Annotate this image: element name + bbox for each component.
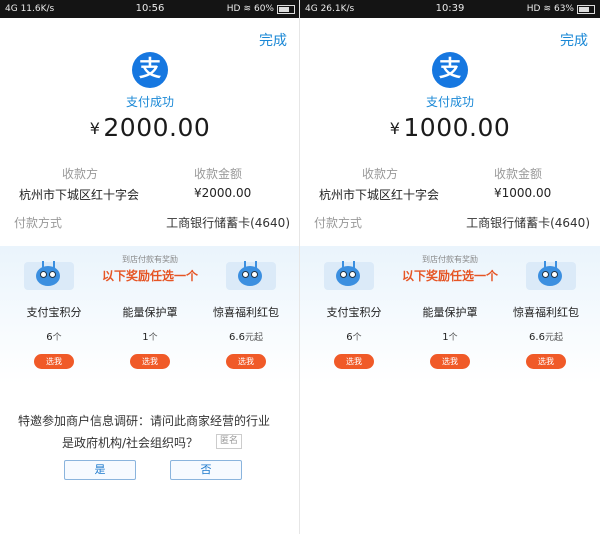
survey-question-line2: 是政府机构/社会组织吗？: [62, 436, 199, 450]
option-name: 惊喜福利红包: [213, 306, 279, 319]
quantity-value: 6.6: [529, 332, 545, 343]
phone-screen-left: 4G 11.6K/s 10:56 HD ≋ 60% 完成 支 支付成功 ¥200…: [0, 0, 300, 534]
hd-indicator: HD: [526, 4, 541, 14]
done-button[interactable]: 完成: [560, 30, 588, 50]
battery-icon: [277, 4, 295, 14]
option-name: 能量保护罩: [122, 306, 178, 319]
option-name: 能量保护罩: [422, 306, 478, 319]
reward-heading: 以下奖励任选一个: [401, 269, 498, 283]
currency-symbol: ¥: [89, 119, 101, 138]
payment-method-label: 付款方式: [314, 216, 363, 230]
payee-amount: ¥1000.00: [494, 186, 552, 200]
survey-question-line1: 特邀参加商户信息调研：请问此商家经营的行业: [18, 414, 271, 428]
reward-option-redpacket[interactable]: 惊喜福利红包 6.6元起 选我: [198, 300, 294, 384]
payment-method-value: 工商银行储蓄卡(4640): [166, 216, 290, 230]
quantity-unit: 元起: [544, 333, 563, 343]
paid-amount: ¥2000.00: [0, 113, 299, 142]
reward-heading: 以下奖励任选一个: [101, 269, 198, 283]
reward-option-shield[interactable]: 能量保护罩 1个 选我: [102, 300, 198, 384]
reward-options: 支付宝积分 6个 选我 能量保护罩 1个 选我 惊喜福利红包 6.6元起 选我: [300, 300, 600, 384]
done-button[interactable]: 完成: [259, 30, 287, 50]
quantity-unit: 个: [52, 333, 62, 343]
survey-no-button[interactable]: 否: [170, 460, 242, 480]
quantity-value: 6.6: [229, 332, 245, 343]
currency-symbol: ¥: [389, 119, 401, 138]
screenshot-stage: 4G 11.6K/s 10:56 HD ≋ 60% 完成 支 支付成功 ¥200…: [0, 0, 600, 534]
amount-label: 收款金额: [194, 167, 243, 181]
alipay-logo-icon: 支: [132, 52, 168, 88]
survey-yes-button[interactable]: 是: [64, 460, 136, 480]
payee-amount: ¥2000.00: [194, 186, 252, 200]
status-bar: 4G 26.1K/s 10:39 HD ≋ 63%: [300, 0, 600, 18]
choose-button[interactable]: 选我: [334, 354, 374, 369]
payee-label: 收款方: [362, 167, 399, 181]
payment-success-text: 支付成功: [125, 95, 174, 109]
status-bar: 4G 11.6K/s 10:56 HD ≋ 60%: [0, 0, 299, 18]
amount-value: 2000.00: [103, 113, 211, 142]
reward-option-shield[interactable]: 能量保护罩 1个 选我: [402, 300, 498, 384]
option-quantity: 6.6元起: [498, 330, 594, 343]
phone-screen-right: 4G 26.1K/s 10:39 HD ≋ 63% 完成 支 支付成功 ¥100…: [300, 0, 600, 534]
payment-success-text: 支付成功: [425, 95, 474, 109]
merchant-survey: 特邀参加商户信息调研：请问此商家经营的行业 是政府机构/社会组织吗？ 匿名 是 …: [0, 402, 299, 534]
reward-options: 支付宝积分 6个 选我 能量保护罩 1个 选我 惊喜福利红包 6.6元起 选我: [0, 300, 299, 384]
reward-option-points[interactable]: 支付宝积分 6个 选我: [6, 300, 102, 384]
amount-value: 1000.00: [403, 113, 511, 142]
option-quantity: 6.6元起: [198, 330, 294, 343]
amount-label: 收款金额: [494, 167, 543, 181]
choose-button[interactable]: 选我: [526, 354, 566, 369]
status-right: HD ≋ 63%: [527, 0, 595, 18]
battery-percent: 60%: [253, 4, 274, 14]
anonymous-tag: 匿名: [216, 434, 243, 449]
payment-method-label: 付款方式: [14, 216, 63, 230]
wifi-icon: ≋: [243, 4, 251, 14]
payee-name: 杭州市下城区红十字会: [319, 188, 440, 202]
reward-subtitle: 到店付款有奖励: [122, 255, 178, 264]
option-quantity: 1个: [102, 330, 198, 343]
quantity-unit: 个: [448, 333, 458, 343]
alipay-logo-icon: 支: [432, 52, 468, 88]
status-right: HD ≋ 60%: [227, 0, 295, 18]
reward-subtitle: 到店付款有奖励: [422, 255, 478, 264]
choose-button[interactable]: 选我: [430, 354, 470, 369]
option-name: 惊喜福利红包: [513, 306, 579, 319]
choose-button[interactable]: 选我: [226, 354, 266, 369]
hd-indicator: HD: [226, 4, 241, 14]
payee-name: 杭州市下城区红十字会: [19, 188, 140, 202]
option-quantity: 6个: [306, 330, 402, 343]
quantity-unit: 个: [148, 333, 158, 343]
choose-button[interactable]: 选我: [34, 354, 74, 369]
reward-card: 到店付款有奖励 以下奖励任选一个 支付宝积分 6个 选我 能量保护罩 1个 选我…: [0, 246, 299, 384]
option-name: 支付宝积分: [26, 306, 82, 319]
option-name: 支付宝积分: [326, 306, 382, 319]
payee-label: 收款方: [62, 167, 99, 181]
battery-percent: 63%: [553, 4, 574, 14]
quantity-unit: 元起: [244, 333, 263, 343]
reward-option-points[interactable]: 支付宝积分 6个 选我: [306, 300, 402, 384]
reward-option-redpacket[interactable]: 惊喜福利红包 6.6元起 选我: [498, 300, 594, 384]
option-quantity: 1个: [402, 330, 498, 343]
quantity-unit: 个: [352, 333, 362, 343]
paid-amount: ¥1000.00: [300, 113, 600, 142]
reward-card: 到店付款有奖励 以下奖励任选一个 支付宝积分 6个 选我 能量保护罩 1个 选我…: [300, 246, 600, 384]
choose-button[interactable]: 选我: [130, 354, 170, 369]
option-quantity: 6个: [6, 330, 102, 343]
battery-icon: [577, 4, 595, 14]
payment-method-value: 工商银行储蓄卡(4640): [466, 216, 590, 230]
wifi-icon: ≋: [543, 4, 551, 14]
